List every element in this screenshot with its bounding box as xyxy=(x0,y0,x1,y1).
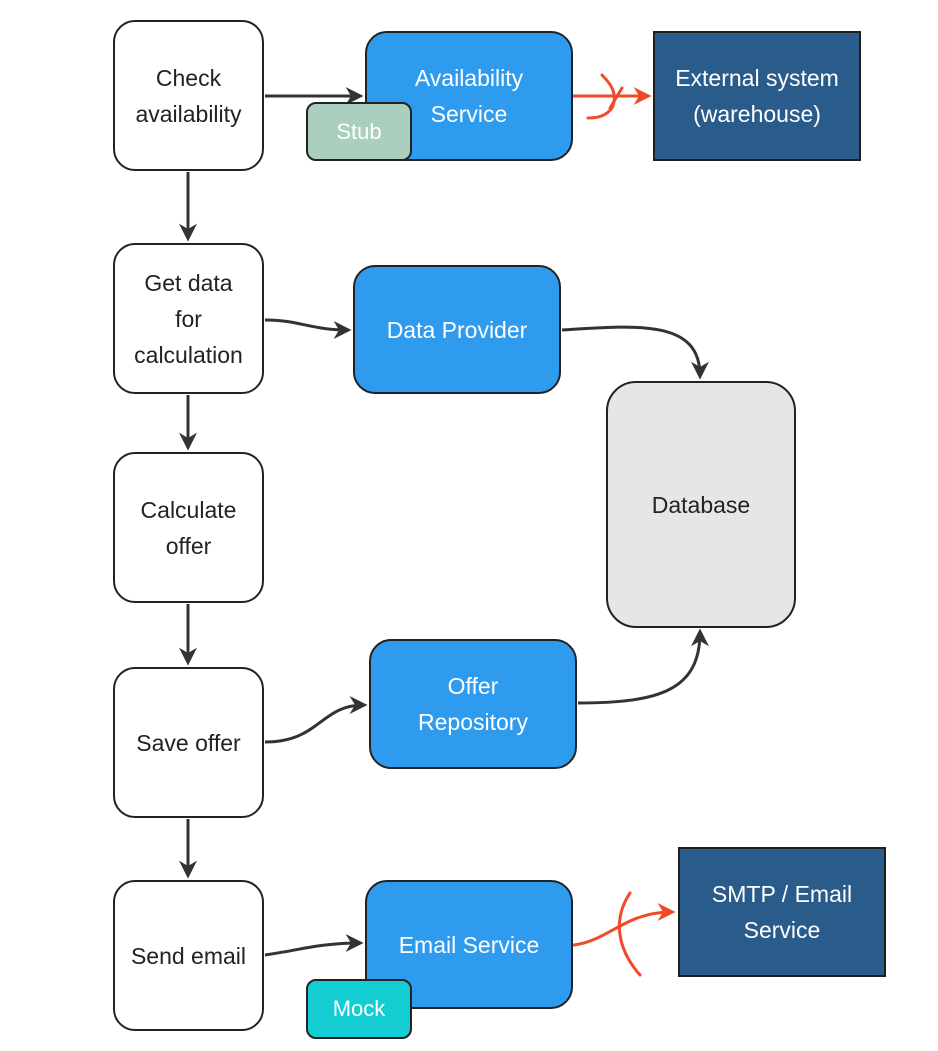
cross-mark-smtp xyxy=(617,891,642,977)
diagram-canvas: Check availability Get data for calculat… xyxy=(0,0,938,1051)
database[interactable]: Database xyxy=(606,381,796,628)
step-send-email[interactable]: Send email xyxy=(113,880,264,1031)
stub-tag[interactable]: Stub xyxy=(306,102,412,161)
mock-tag[interactable]: Mock xyxy=(306,979,412,1039)
external-warehouse[interactable]: External system (warehouse) xyxy=(653,31,861,161)
edge-offerrepo-to-database xyxy=(577,628,709,705)
edge-dataprovider-to-database xyxy=(561,325,709,380)
edge-send-to-email xyxy=(264,934,364,957)
step-get-data[interactable]: Get data for calculation xyxy=(113,243,264,394)
edge-save-to-offerrepo xyxy=(264,696,368,744)
broken-edge-email-to-smtp xyxy=(572,903,676,947)
external-smtp[interactable]: SMTP / Email Service xyxy=(678,847,886,977)
offer-repository[interactable]: Offer Repository xyxy=(369,639,577,769)
edge-getdata-to-dataprovider xyxy=(264,318,352,339)
step-save-offer[interactable]: Save offer xyxy=(113,667,264,818)
step-check-availability[interactable]: Check availability xyxy=(113,20,264,171)
data-provider[interactable]: Data Provider xyxy=(353,265,561,394)
step-calculate-offer[interactable]: Calculate offer xyxy=(113,452,264,603)
